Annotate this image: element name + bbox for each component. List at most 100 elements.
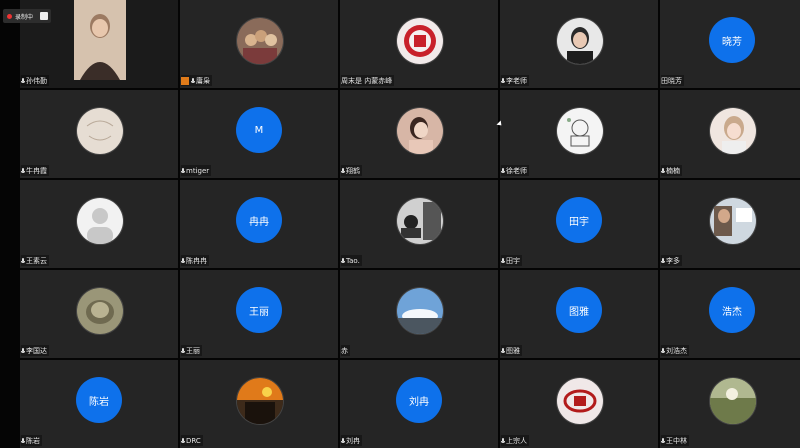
mic-icon bbox=[341, 167, 345, 174]
participant-tile[interactable]: 刘冉 刘冉 bbox=[340, 360, 498, 448]
participant-name: 楠楠 bbox=[661, 165, 682, 176]
mic-icon bbox=[501, 257, 505, 264]
participant-name: 田宇 bbox=[501, 255, 522, 266]
participant-tile[interactable]: 图雅 图雅 bbox=[500, 270, 658, 358]
participant-tile[interactable]: 王丽 王丽 bbox=[180, 270, 338, 358]
stop-recording-icon[interactable] bbox=[40, 12, 48, 20]
participant-tile[interactable]: 田宇 田宇 bbox=[500, 180, 658, 268]
recording-indicator[interactable]: 录制中 bbox=[3, 9, 51, 23]
participant-name: 孙伟勤 bbox=[21, 75, 49, 86]
avatar-photo bbox=[396, 17, 444, 65]
recording-label: 录制中 bbox=[15, 13, 34, 21]
participant-tile[interactable]: 陈岩 陈岩 bbox=[20, 360, 178, 448]
avatar-photo bbox=[76, 197, 124, 245]
avatar-initials: M bbox=[236, 107, 282, 153]
participant-name: 周末是 内蒙赤峰 bbox=[341, 75, 395, 86]
participant-tile[interactable]: 李国达 bbox=[20, 270, 178, 358]
avatar-photo bbox=[556, 107, 604, 155]
participant-name: 王素云 bbox=[21, 255, 49, 266]
participant-name-label: 徐老师 bbox=[506, 166, 527, 175]
avatar-initials: 冉冉 bbox=[236, 197, 282, 243]
participant-tile[interactable]: 牛冉霞 bbox=[20, 90, 178, 178]
participant-name: 刘浩杰 bbox=[661, 345, 689, 356]
participant-name: Tao. bbox=[341, 255, 362, 266]
participant-tile[interactable]: 楠楠 bbox=[660, 90, 800, 178]
mic-icon bbox=[181, 257, 185, 264]
participant-name: 李多 bbox=[661, 255, 682, 266]
participant-name: 庸枭 bbox=[181, 75, 212, 86]
avatar-photo bbox=[236, 377, 284, 425]
mic-icon bbox=[661, 257, 665, 264]
participant-tile[interactable]: 李老师 bbox=[500, 0, 658, 88]
participant-name-label: 图雅 bbox=[506, 346, 520, 355]
mic-icon bbox=[181, 167, 185, 174]
participant-tile[interactable]: Tao. bbox=[340, 180, 498, 268]
avatar-initials: 图雅 bbox=[556, 287, 602, 333]
mic-icon bbox=[501, 167, 505, 174]
participant-name: mtiger bbox=[181, 165, 212, 176]
host-badge-icon bbox=[181, 76, 189, 85]
participant-name-label: 李国达 bbox=[26, 346, 47, 355]
participant-name: 李国达 bbox=[21, 345, 49, 356]
avatar-photo bbox=[709, 197, 757, 245]
participant-tile[interactable]: 李多 bbox=[660, 180, 800, 268]
participant-name-label: 孙伟勤 bbox=[26, 76, 47, 85]
participant-name-label: 田宇 bbox=[506, 256, 520, 265]
mic-icon bbox=[21, 77, 25, 84]
avatar-photo bbox=[76, 107, 124, 155]
participant-name-label: 田晓芳 bbox=[661, 76, 682, 85]
participant-tile[interactable]: 浩杰 刘浩杰 bbox=[660, 270, 800, 358]
participant-name: 赤 bbox=[341, 345, 350, 356]
participant-name-label: 楠楠 bbox=[666, 166, 680, 175]
participant-name-label: 庸枭 bbox=[196, 76, 210, 85]
participant-tile[interactable]: 王素云 bbox=[20, 180, 178, 268]
participant-name: 田晓芳 bbox=[661, 75, 684, 86]
mic-icon bbox=[341, 257, 345, 264]
mic-icon bbox=[21, 257, 25, 264]
participant-name-label: 牛冉霞 bbox=[26, 166, 47, 175]
participant-name-label: Tao. bbox=[346, 256, 360, 265]
avatar-initials: 刘冉 bbox=[396, 377, 442, 423]
avatar-photo bbox=[709, 377, 757, 425]
participant-tile[interactable]: 周末是 内蒙赤峰 bbox=[340, 0, 498, 88]
participant-tile[interactable]: 徐老师 bbox=[500, 90, 658, 178]
avatar-photo bbox=[396, 287, 444, 335]
mic-icon bbox=[181, 347, 185, 354]
participant-name-label: 李多 bbox=[666, 256, 680, 265]
participant-tile[interactable]: 上宗人 bbox=[500, 360, 658, 448]
mic-icon bbox=[21, 167, 25, 174]
video-feed bbox=[74, 0, 126, 80]
gallery-grid: 孙伟勤 庸枭 周末是 内蒙赤峰 李老师 晓芳 田晓芳 牛冉霞 Mmtiger 翔鹤 徐老师 楠楠 王素… bbox=[20, 0, 800, 448]
participant-name: 翔鹤 bbox=[341, 165, 362, 176]
participant-name-label: 刘浩杰 bbox=[666, 346, 687, 355]
record-dot-icon bbox=[7, 13, 12, 19]
avatar-initials: 晓芳 bbox=[709, 17, 755, 63]
participant-name-label: 陈冉冉 bbox=[186, 256, 207, 265]
mic-icon bbox=[501, 77, 505, 84]
participant-tile[interactable]: Mmtiger bbox=[180, 90, 338, 178]
participant-tile[interactable]: 赤 bbox=[340, 270, 498, 358]
participant-tile[interactable]: 翔鹤 bbox=[340, 90, 498, 178]
avatar-initials: 陈岩 bbox=[76, 377, 122, 423]
participant-name-label: 王素云 bbox=[26, 256, 47, 265]
participant-name: 图雅 bbox=[501, 345, 522, 356]
participant-name-label: 赤 bbox=[341, 346, 348, 355]
mic-icon bbox=[191, 77, 195, 84]
mic-icon bbox=[501, 347, 505, 354]
mic-icon bbox=[661, 167, 665, 174]
avatar-photo bbox=[396, 107, 444, 155]
participant-tile[interactable]: DRC bbox=[180, 360, 338, 448]
participant-tile[interactable]: 庸枭 bbox=[180, 0, 338, 88]
avatar-photo bbox=[396, 197, 444, 245]
avatar-initials: 田宇 bbox=[556, 197, 602, 243]
participant-name: 王丽 bbox=[181, 345, 202, 356]
participant-tile[interactable]: 晓芳田晓芳 bbox=[660, 0, 800, 88]
avatar-initials: 王丽 bbox=[236, 287, 282, 333]
participant-name: 徐老师 bbox=[501, 165, 529, 176]
participant-name: 李老师 bbox=[501, 75, 529, 86]
participant-name-label: 李老师 bbox=[506, 76, 527, 85]
avatar-photo bbox=[556, 377, 604, 425]
participant-tile[interactable]: 冉冉陈冉冉 bbox=[180, 180, 338, 268]
participant-tile[interactable]: 王中林 bbox=[660, 360, 800, 448]
avatar-photo bbox=[236, 17, 284, 65]
